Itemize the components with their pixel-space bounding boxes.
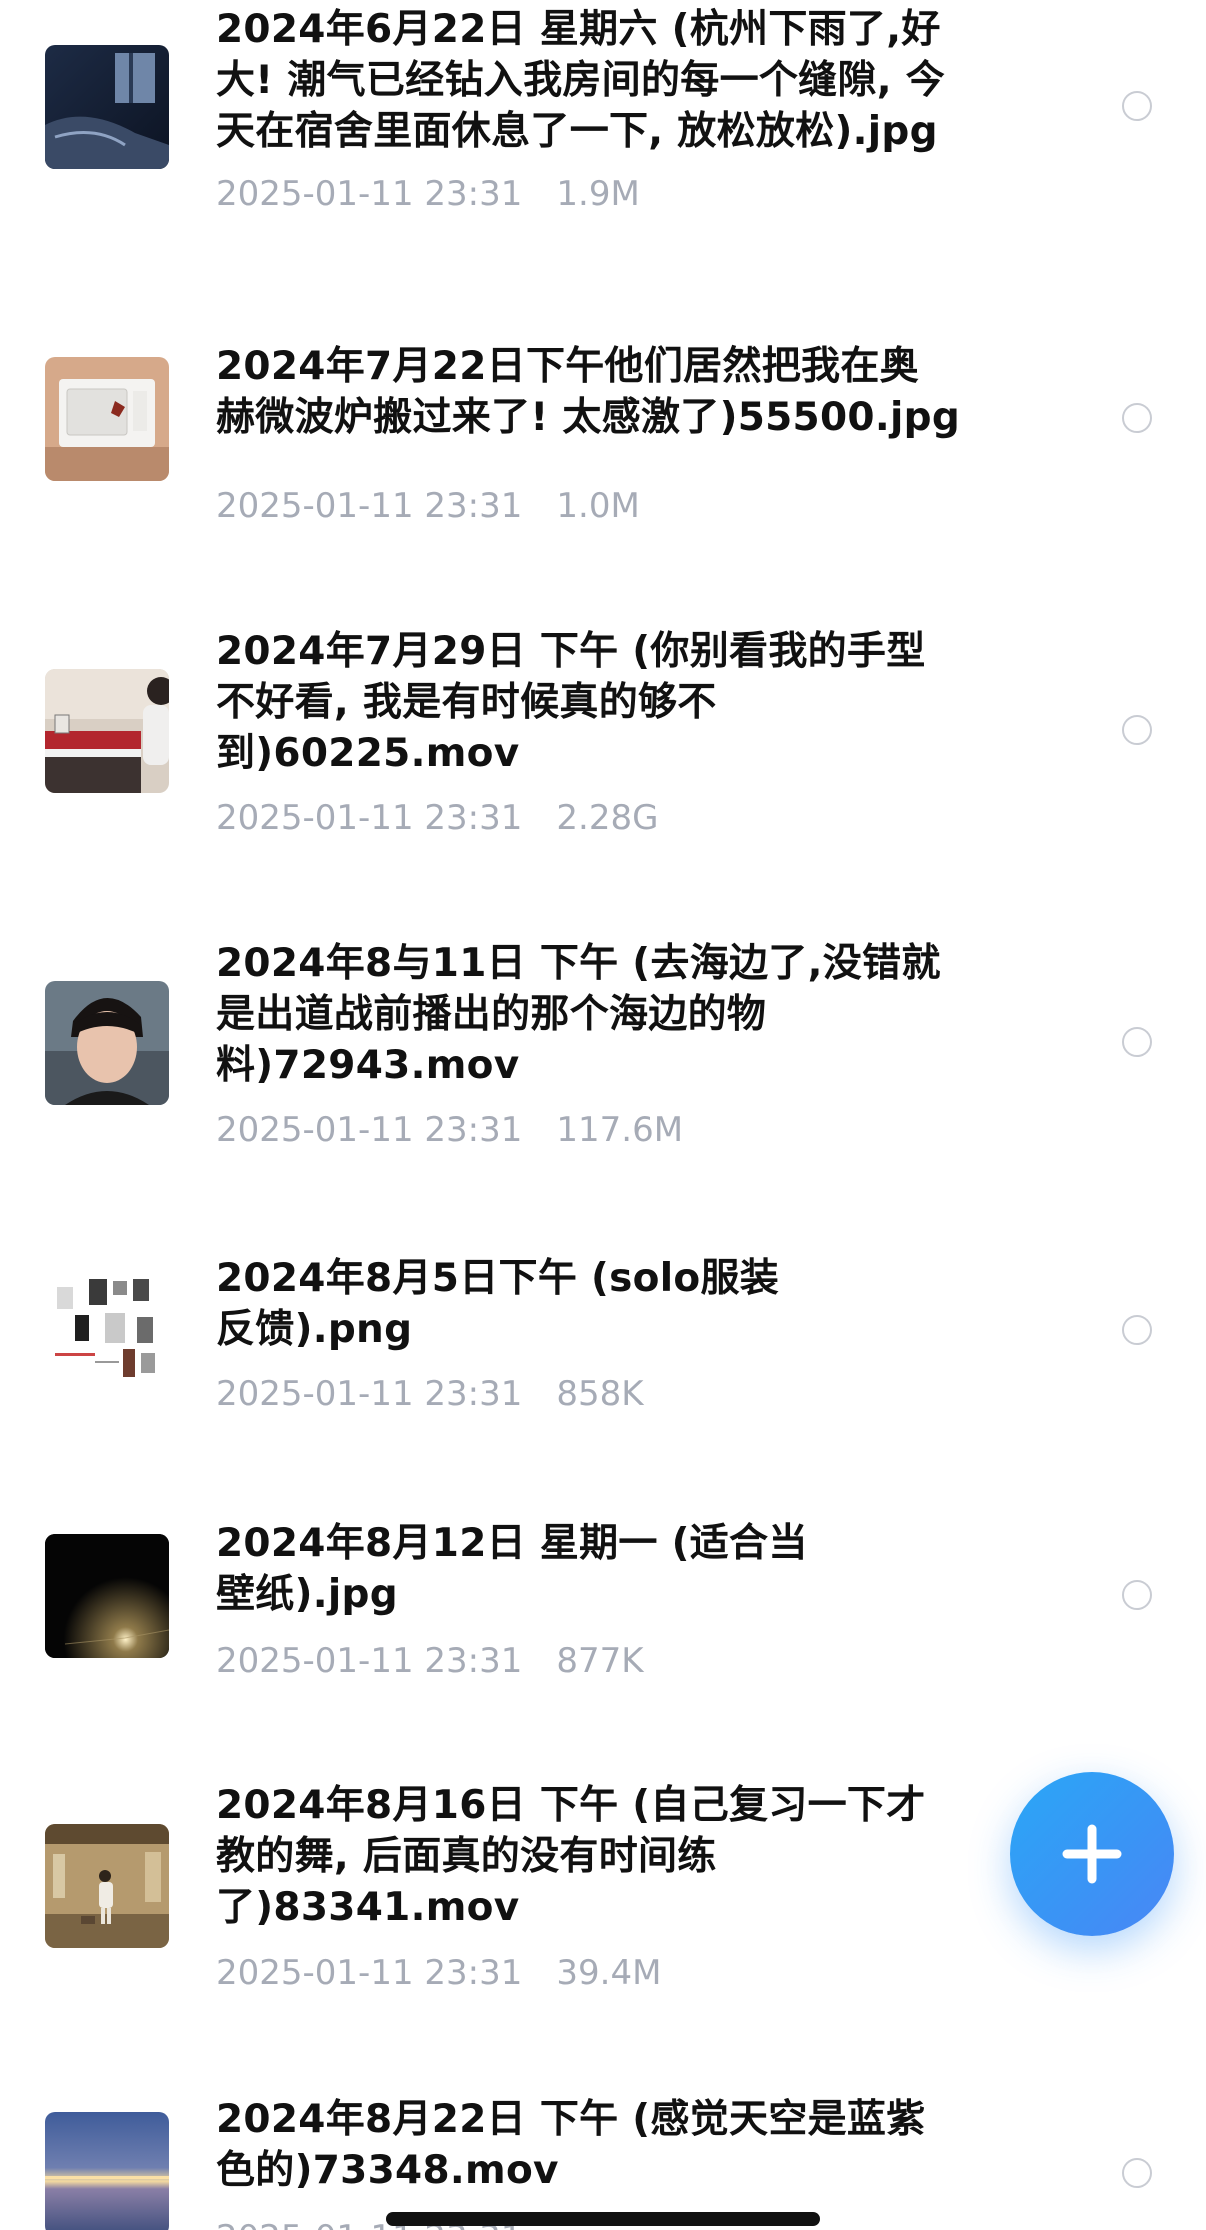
select-radio-button[interactable] bbox=[1122, 2158, 1152, 2188]
file-date: 2025-01-11 23:31 bbox=[216, 486, 523, 526]
file-size: 39.4M bbox=[556, 1953, 662, 1993]
file-size: 1.0M bbox=[556, 486, 640, 526]
file-meta: 2025-01-11 23:31 1.9M bbox=[216, 174, 640, 214]
file-name[interactable]: 2024年8与11日 下午 (去海边了,没错就 是出道战前播出的那个海边的物 料… bbox=[216, 938, 1016, 1091]
file-name[interactable]: 2024年6月22日 星期六 (杭州下雨了,好 大! 潮气已经钻入我房间的每一个… bbox=[216, 4, 1016, 157]
file-size: 858K bbox=[556, 1374, 644, 1414]
select-radio-button[interactable] bbox=[1122, 403, 1152, 433]
costume-collage-thumbnail[interactable] bbox=[45, 1269, 169, 1393]
file-meta: 2025-01-11 23:31 2.28G bbox=[216, 798, 658, 838]
file-meta: 2025-01-11 23:31 117.6M bbox=[216, 1110, 683, 1150]
file-meta: 2025-01-11 23:31 1.0M bbox=[216, 486, 640, 526]
file-name[interactable]: 2024年8月22日 下午 (感觉天空是蓝紫 色的)73348.mov bbox=[216, 2094, 1016, 2196]
file-date: 2025-01-11 23:31 bbox=[216, 798, 523, 838]
plus-icon bbox=[1062, 1824, 1122, 1884]
file-size: 2.28G bbox=[556, 798, 659, 838]
file-name[interactable]: 2024年8月16日 下午 (自己复习一下才 教的舞, 后面真的没有时间练 了)… bbox=[216, 1780, 1016, 1933]
select-radio-button[interactable] bbox=[1122, 1580, 1152, 1610]
select-radio-button[interactable] bbox=[1122, 1027, 1152, 1057]
file-meta: 2025-01-11 23:31 39.4M bbox=[216, 1953, 661, 1993]
home-indicator bbox=[386, 2212, 820, 2226]
select-radio-button[interactable] bbox=[1122, 715, 1152, 745]
file-size: 877K bbox=[556, 1641, 644, 1681]
file-meta: 2025-01-11 23:31 877K bbox=[216, 1641, 644, 1681]
microwave-photo-thumbnail[interactable] bbox=[45, 357, 169, 481]
dark-light-photo-thumbnail[interactable] bbox=[45, 1534, 169, 1658]
add-file-button[interactable] bbox=[1010, 1772, 1174, 1936]
file-size: 1.9M bbox=[556, 174, 640, 214]
select-radio-button[interactable] bbox=[1122, 1315, 1152, 1345]
dance-studio-video-thumbnail[interactable] bbox=[45, 1824, 169, 1948]
file-date: 2025-01-11 23:31 bbox=[216, 174, 523, 214]
file-date: 2025-01-11 23:31 bbox=[216, 1641, 523, 1681]
file-date: 2025-01-11 23:31 bbox=[216, 1374, 523, 1414]
file-meta: 2025-01-11 23:31 858K bbox=[216, 1374, 644, 1414]
select-radio-button[interactable] bbox=[1122, 91, 1152, 121]
file-list-screen: 2024年6月22日 星期六 (杭州下雨了,好 大! 潮气已经钻入我房间的每一个… bbox=[0, 0, 1206, 2230]
file-name[interactable]: 2024年8月5日下午 (solo服装 反馈).png bbox=[216, 1253, 1016, 1355]
file-name[interactable]: 2024年7月22日下午他们居然把我在奥 赫微波炉搬过来了! 太感激了)5550… bbox=[216, 341, 1016, 443]
sky-video-thumbnail[interactable] bbox=[45, 2112, 169, 2230]
file-name[interactable]: 2024年7月29日 下午 (你别看我的手型 不好看, 我是有时候真的够不 到)… bbox=[216, 626, 1016, 779]
selfie-video-thumbnail[interactable] bbox=[45, 981, 169, 1105]
file-name[interactable]: 2024年8月12日 星期一 (适合当 壁纸).jpg bbox=[216, 1518, 1016, 1620]
file-date: 2025-01-11 23:31 bbox=[216, 1953, 523, 1993]
piano-video-thumbnail[interactable] bbox=[45, 669, 169, 793]
file-size: 117.6M bbox=[556, 1110, 684, 1150]
file-date: 2025-01-11 23:31 bbox=[216, 1110, 523, 1150]
dark-room-photo-thumbnail[interactable] bbox=[45, 45, 169, 169]
